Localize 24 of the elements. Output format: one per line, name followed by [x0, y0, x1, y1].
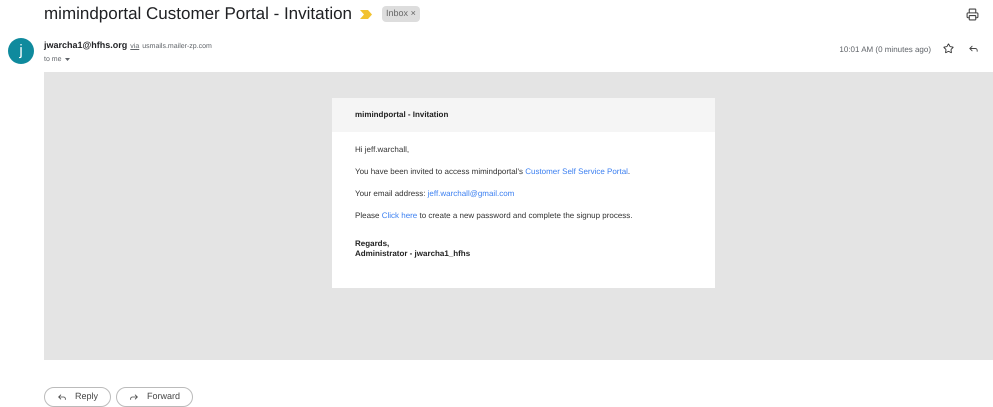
signature-line: Administrator - jwarcha1_hfhs — [355, 249, 472, 259]
signature-line: Regards, — [355, 239, 390, 249]
email-time: 10:01 AM (0 minutes ago) — [839, 44, 931, 56]
message-link[interactable]: Customer Self Service Portal — [525, 167, 628, 176]
print-icon[interactable] — [966, 8, 979, 20]
caret-icon — [64, 58, 70, 62]
message-paragraph: You have been invited to access mimindportal's Customer Self Service Portal. — [355, 167, 632, 177]
sender-avatar: j — [8, 38, 34, 64]
email-subject: mimindportal Customer Portal - Invitation — [44, 3, 352, 26]
message-link[interactable]: Click here — [382, 211, 418, 220]
reply-arrow-icon — [57, 392, 67, 402]
reply-button[interactable]: Reply — [44, 387, 112, 407]
star-icon[interactable] — [943, 43, 954, 54]
message-paragraph: Your email address: jeff.warchall@gmail.com — [355, 189, 516, 199]
card-title: mimindportal - Invitation — [355, 109, 448, 121]
inbox-label[interactable]: Inbox × — [382, 6, 420, 22]
message-paragraph: Hi jeff.warchall, — [355, 145, 410, 155]
reply-icon[interactable] — [968, 43, 979, 54]
forward-arrow-icon — [129, 392, 140, 402]
forward-button[interactable]: Forward — [116, 387, 194, 407]
importance-marker-icon — [360, 10, 372, 18]
sender-email: jwarcha1@hfhs.org — [44, 39, 128, 52]
message-link[interactable]: jeff.warchall@gmail.com — [428, 189, 514, 198]
message-paragraph: Please Click here to create a new password and complete the signup process. — [355, 211, 634, 221]
